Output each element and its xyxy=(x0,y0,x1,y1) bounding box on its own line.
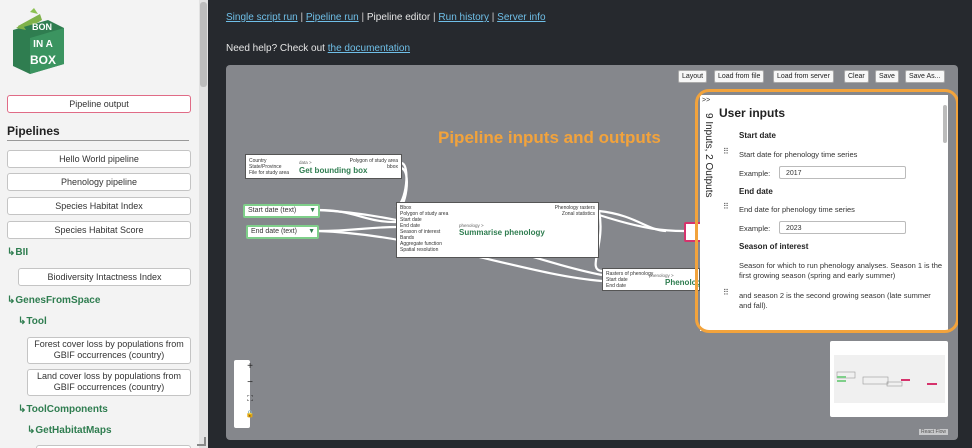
nav-pipeline-editor-current: Pipeline editor xyxy=(366,12,431,23)
node-prefix: data > xyxy=(299,160,312,165)
pipeline-species-habitat-index-button[interactable]: Species Habitat Index xyxy=(7,197,191,215)
edge-end-date xyxy=(317,225,399,233)
dropdown-arrow-icon[interactable]: ▼ xyxy=(309,206,316,216)
logo-line-3: BOX xyxy=(30,53,56,67)
node-summarise-phenology[interactable]: Bbox Polygon of study area Start date En… xyxy=(396,202,599,258)
documentation-link[interactable]: the documentation xyxy=(328,43,410,54)
resize-handle-icon[interactable] xyxy=(197,437,206,446)
pipeline-hello-world-button[interactable]: Hello World pipeline xyxy=(7,150,191,168)
top-navigation: Single script run | Pipeline run | Pipel… xyxy=(226,12,546,23)
node-title: Get bounding box xyxy=(299,166,368,175)
folder-bii[interactable]: ↳BII xyxy=(7,247,28,258)
start-date-input-label: Start date (text) xyxy=(248,207,297,214)
nav-pipeline-run[interactable]: Pipeline run xyxy=(306,12,359,23)
start-date-input-node[interactable]: Start date (text) ▼ xyxy=(243,204,320,218)
end-date-input-node[interactable]: End date (text) ▼ xyxy=(246,225,319,239)
react-flow-attribution[interactable]: React Flow xyxy=(919,429,949,435)
save-button[interactable]: Save xyxy=(875,70,899,83)
port-spatial-resolution[interactable]: Spatial resolution xyxy=(400,247,438,253)
clear-button[interactable]: Clear xyxy=(844,70,869,83)
annotation-label: Pipeline inputs and outputs xyxy=(438,128,661,147)
minimap[interactable] xyxy=(830,341,948,417)
node-get-bounding-box[interactable]: Country State/Province File for study ar… xyxy=(245,154,402,179)
folder-toolcomponents[interactable]: ↳ToolComponents xyxy=(18,404,108,415)
port-bbox-out[interactable]: bbox xyxy=(387,164,398,170)
edge-to-output xyxy=(598,209,667,233)
port-end-date[interactable]: End date xyxy=(606,283,626,289)
minimap-graph xyxy=(834,355,945,403)
sidebar-scroll-thumb[interactable] xyxy=(200,2,207,87)
help-prefix: Need help? Check out xyxy=(226,43,328,54)
nav-separator: | xyxy=(300,12,304,23)
bon-in-a-box-logo[interactable]: BON IN A BOX xyxy=(8,8,68,76)
highlight-outline xyxy=(695,89,958,333)
nav-separator: | xyxy=(433,12,436,23)
pipeline-forest-cover-loss-button[interactable]: Forest cover loss by populations from GB… xyxy=(27,337,191,364)
dropdown-arrow-icon[interactable]: ▼ xyxy=(308,227,315,237)
folder-gethabitatmaps[interactable]: ↳GetHabitatMaps xyxy=(27,425,112,436)
pipeline-output-button[interactable]: Pipeline output xyxy=(7,95,191,113)
zoom-out-icon[interactable]: − xyxy=(242,376,258,390)
sidebar: BON IN A BOX Pipeline output Pipelines H… xyxy=(0,0,208,448)
nav-separator: | xyxy=(361,12,365,23)
help-text: Need help? Check out the documentation xyxy=(226,43,410,54)
port-file-study-area[interactable]: File for study area xyxy=(249,170,289,176)
layout-button[interactable]: Layout xyxy=(678,70,708,83)
load-from-server-button[interactable]: Load from server xyxy=(773,70,834,83)
nav-run-history[interactable]: Run history xyxy=(438,12,489,23)
folder-tool[interactable]: ↳Tool xyxy=(18,316,47,327)
nav-server-info[interactable]: Server info xyxy=(497,12,545,23)
pipelines-heading: Pipelines xyxy=(7,124,60,138)
lock-icon[interactable]: 🔒 xyxy=(242,408,258,422)
divider xyxy=(7,140,189,141)
pipeline-editor-canvas[interactable]: Layout Load from file Load from server C… xyxy=(226,65,958,440)
fit-view-icon[interactable]: ⛶ xyxy=(242,392,258,406)
pipeline-land-cover-loss-button[interactable]: Land cover loss by populations from GBIF… xyxy=(27,369,191,396)
pipeline-phenology-button[interactable]: Phenology pipeline xyxy=(7,173,191,191)
nav-single-script-run[interactable]: Single script run xyxy=(226,12,298,23)
sidebar-scrollbar[interactable] xyxy=(197,0,208,448)
node-phenology-difference[interactable]: Rasters of phenology Start date End date… xyxy=(602,268,718,291)
logo-line-1: BON xyxy=(32,22,52,32)
logo-line-2: IN A xyxy=(33,39,53,50)
node-title: Summarise phenology xyxy=(459,228,545,237)
folder-genesfromspace[interactable]: ↳GenesFromSpace xyxy=(7,295,100,306)
nav-separator: | xyxy=(491,12,495,23)
end-date-input-label: End date (text) xyxy=(251,228,297,235)
main-area: Single script run | Pipeline run | Pipel… xyxy=(208,0,972,448)
save-as-button[interactable]: Save As... xyxy=(905,70,945,83)
port-zonal-statistics[interactable]: Zonal statistics xyxy=(562,211,595,217)
zoom-controls: + − ⛶ 🔒 xyxy=(234,360,254,428)
load-from-file-button[interactable]: Load from file xyxy=(714,70,765,83)
pipeline-species-habitat-score-button[interactable]: Species Habitat Score xyxy=(7,221,191,239)
pipeline-biodiversity-intactness-button[interactable]: Biodiversity Intactness Index xyxy=(18,268,191,286)
zoom-in-icon[interactable]: + xyxy=(242,360,258,374)
